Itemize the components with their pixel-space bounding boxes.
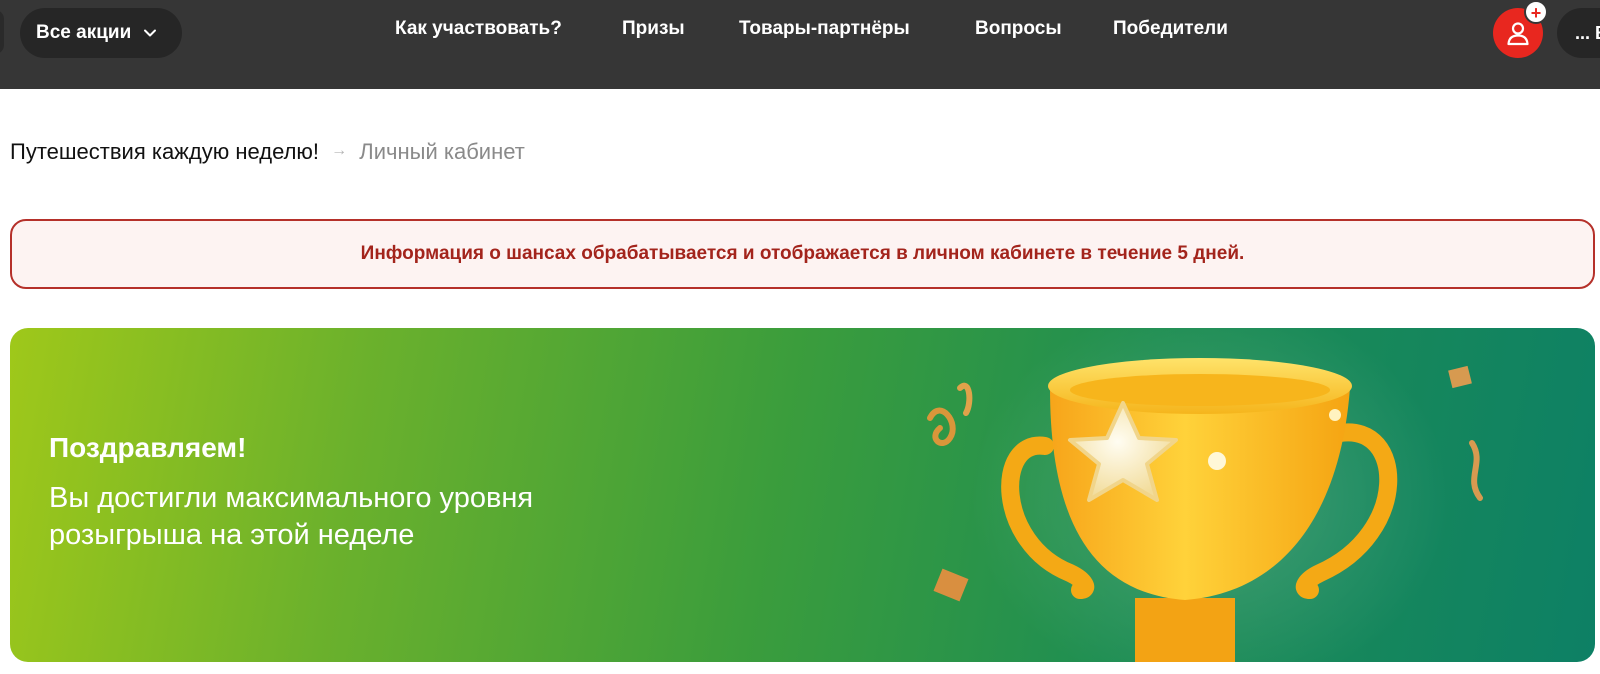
top-header: Все акции Как участвовать? Призы Товары-… xyxy=(0,0,1600,89)
nav-questions[interactable]: Вопросы xyxy=(975,18,1062,40)
banner-subtitle: Вы достигли максимального уровня розыгры… xyxy=(49,482,534,551)
all-promos-dropdown[interactable]: Все акции xyxy=(20,8,182,58)
breadcrumb-current: Личный кабинет xyxy=(359,139,525,164)
trophy-illustration xyxy=(927,328,1483,662)
chevron-down-icon xyxy=(144,29,157,37)
banner-title: Поздравляем! xyxy=(49,432,247,463)
breadcrumb: Путешествия каждую неделю! → Личный каби… xyxy=(10,139,525,165)
nav-prizes[interactable]: Призы xyxy=(622,18,685,40)
chances-info-notice: Информация о шансах обрабатывается и ото… xyxy=(10,219,1595,289)
nav-winners[interactable]: Победители xyxy=(1113,18,1228,40)
nav-how-to-participate[interactable]: Как участвовать? xyxy=(395,18,562,40)
congrats-banner: Поздравляем! Вы достигли максимального у… xyxy=(10,328,1595,662)
header-right-pill[interactable]: ... В xyxy=(1557,8,1600,58)
header-left-stub[interactable] xyxy=(0,10,4,54)
notice-text: Информация о шансах обрабатывается и ото… xyxy=(360,243,1245,264)
breadcrumb-parent-link[interactable]: Путешествия каждую неделю! xyxy=(10,139,319,164)
all-promos-label: Все акции xyxy=(36,22,132,43)
user-icon xyxy=(1507,22,1529,46)
nav-partner-products[interactable]: Товары-партнёры xyxy=(739,18,910,40)
plus-icon: + xyxy=(1524,0,1548,24)
breadcrumb-separator: → xyxy=(331,142,348,159)
